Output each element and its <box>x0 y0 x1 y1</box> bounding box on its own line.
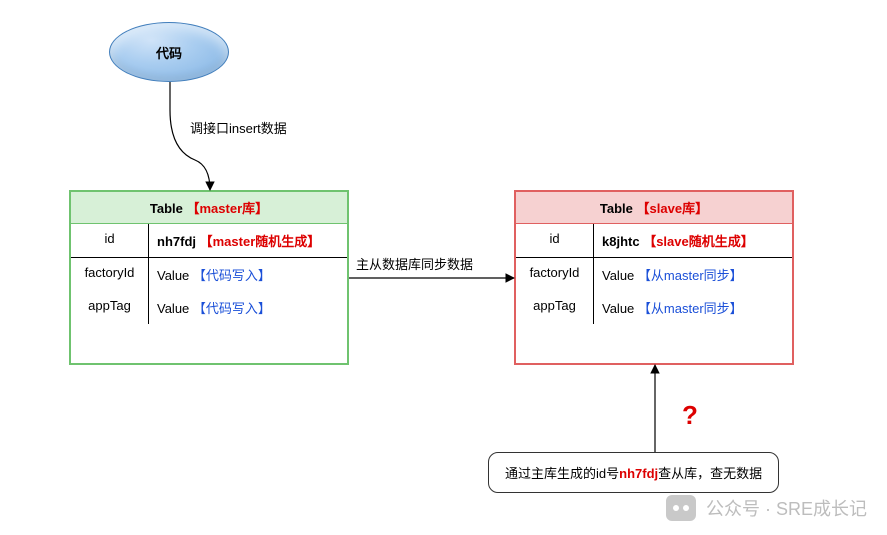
edge-label-sync: 主从数据库同步数据 <box>356 254 473 273</box>
slave-id-note: 【slave随机生成】 <box>643 234 754 249</box>
slave-id-bold: k8jhtc <box>602 234 640 249</box>
code-node: 代码 <box>109 22 229 82</box>
master-apptag-text: Value <box>157 301 189 316</box>
master-title-prefix: Table <box>150 201 183 216</box>
master-row-apptag: appTag Value 【代码写入】 <box>71 291 347 324</box>
slave-id-key: id <box>516 224 594 257</box>
watermark: 公众号 · SRE成长记 <box>666 495 867 521</box>
slave-apptag-key: appTag <box>516 291 594 324</box>
master-table: Table 【master库】 id nh7fdj 【master随机生成】 f… <box>69 190 349 365</box>
slave-table: Table 【slave库】 id k8jhtc 【slave随机生成】 fac… <box>514 190 794 365</box>
slave-apptag-note: 【从master同步】 <box>638 301 743 316</box>
master-apptag-note: 【代码写入】 <box>193 301 271 316</box>
slave-table-header: Table 【slave库】 <box>516 192 792 224</box>
master-factoryid-val: Value 【代码写入】 <box>149 258 347 291</box>
wechat-icon <box>666 495 696 521</box>
master-apptag-key: appTag <box>71 291 149 324</box>
slave-title-prefix: Table <box>600 201 633 216</box>
slave-row-apptag: appTag Value 【从master同步】 <box>516 291 792 324</box>
query-post: 查从库，查无数据 <box>658 466 762 481</box>
slave-factoryid-key: factoryId <box>516 258 594 291</box>
master-row-id: id nh7fdj 【master随机生成】 <box>71 224 347 258</box>
slave-row-id: id k8jhtc 【slave随机生成】 <box>516 224 792 258</box>
master-apptag-val: Value 【代码写入】 <box>149 291 347 324</box>
code-node-label: 代码 <box>156 43 182 62</box>
watermark-text: 公众号 · SRE成长记 <box>706 495 867 521</box>
slave-factoryid-text: Value <box>602 268 634 283</box>
query-box: 通过主库生成的id号nh7fdj查从库，查无数据 <box>488 452 779 493</box>
slave-id-val: k8jhtc 【slave随机生成】 <box>594 224 792 257</box>
master-factoryid-text: Value <box>157 268 189 283</box>
slave-factoryid-note: 【从master同步】 <box>638 268 743 283</box>
slave-apptag-text: Value <box>602 301 634 316</box>
master-table-header: Table 【master库】 <box>71 192 347 224</box>
master-id-bold: nh7fdj <box>157 234 196 249</box>
master-title-red: 【master库】 <box>186 201 268 216</box>
master-factoryid-note: 【代码写入】 <box>193 268 271 283</box>
slave-factoryid-val: Value 【从master同步】 <box>594 258 792 291</box>
query-id: nh7fdj <box>619 466 658 481</box>
query-pre: 通过主库生成的id号 <box>505 466 619 481</box>
slave-row-factoryid: factoryId Value 【从master同步】 <box>516 258 792 291</box>
master-row-factoryid: factoryId Value 【代码写入】 <box>71 258 347 291</box>
slave-apptag-val: Value 【从master同步】 <box>594 291 792 324</box>
slave-title-red: 【slave库】 <box>637 201 709 216</box>
master-id-note: 【master随机生成】 <box>200 234 321 249</box>
master-factoryid-key: factoryId <box>71 258 149 291</box>
edge-label-insert: 调接口insert数据 <box>190 118 287 137</box>
question-mark: ? <box>682 400 698 431</box>
master-id-val: nh7fdj 【master随机生成】 <box>149 224 347 257</box>
master-id-key: id <box>71 224 149 257</box>
